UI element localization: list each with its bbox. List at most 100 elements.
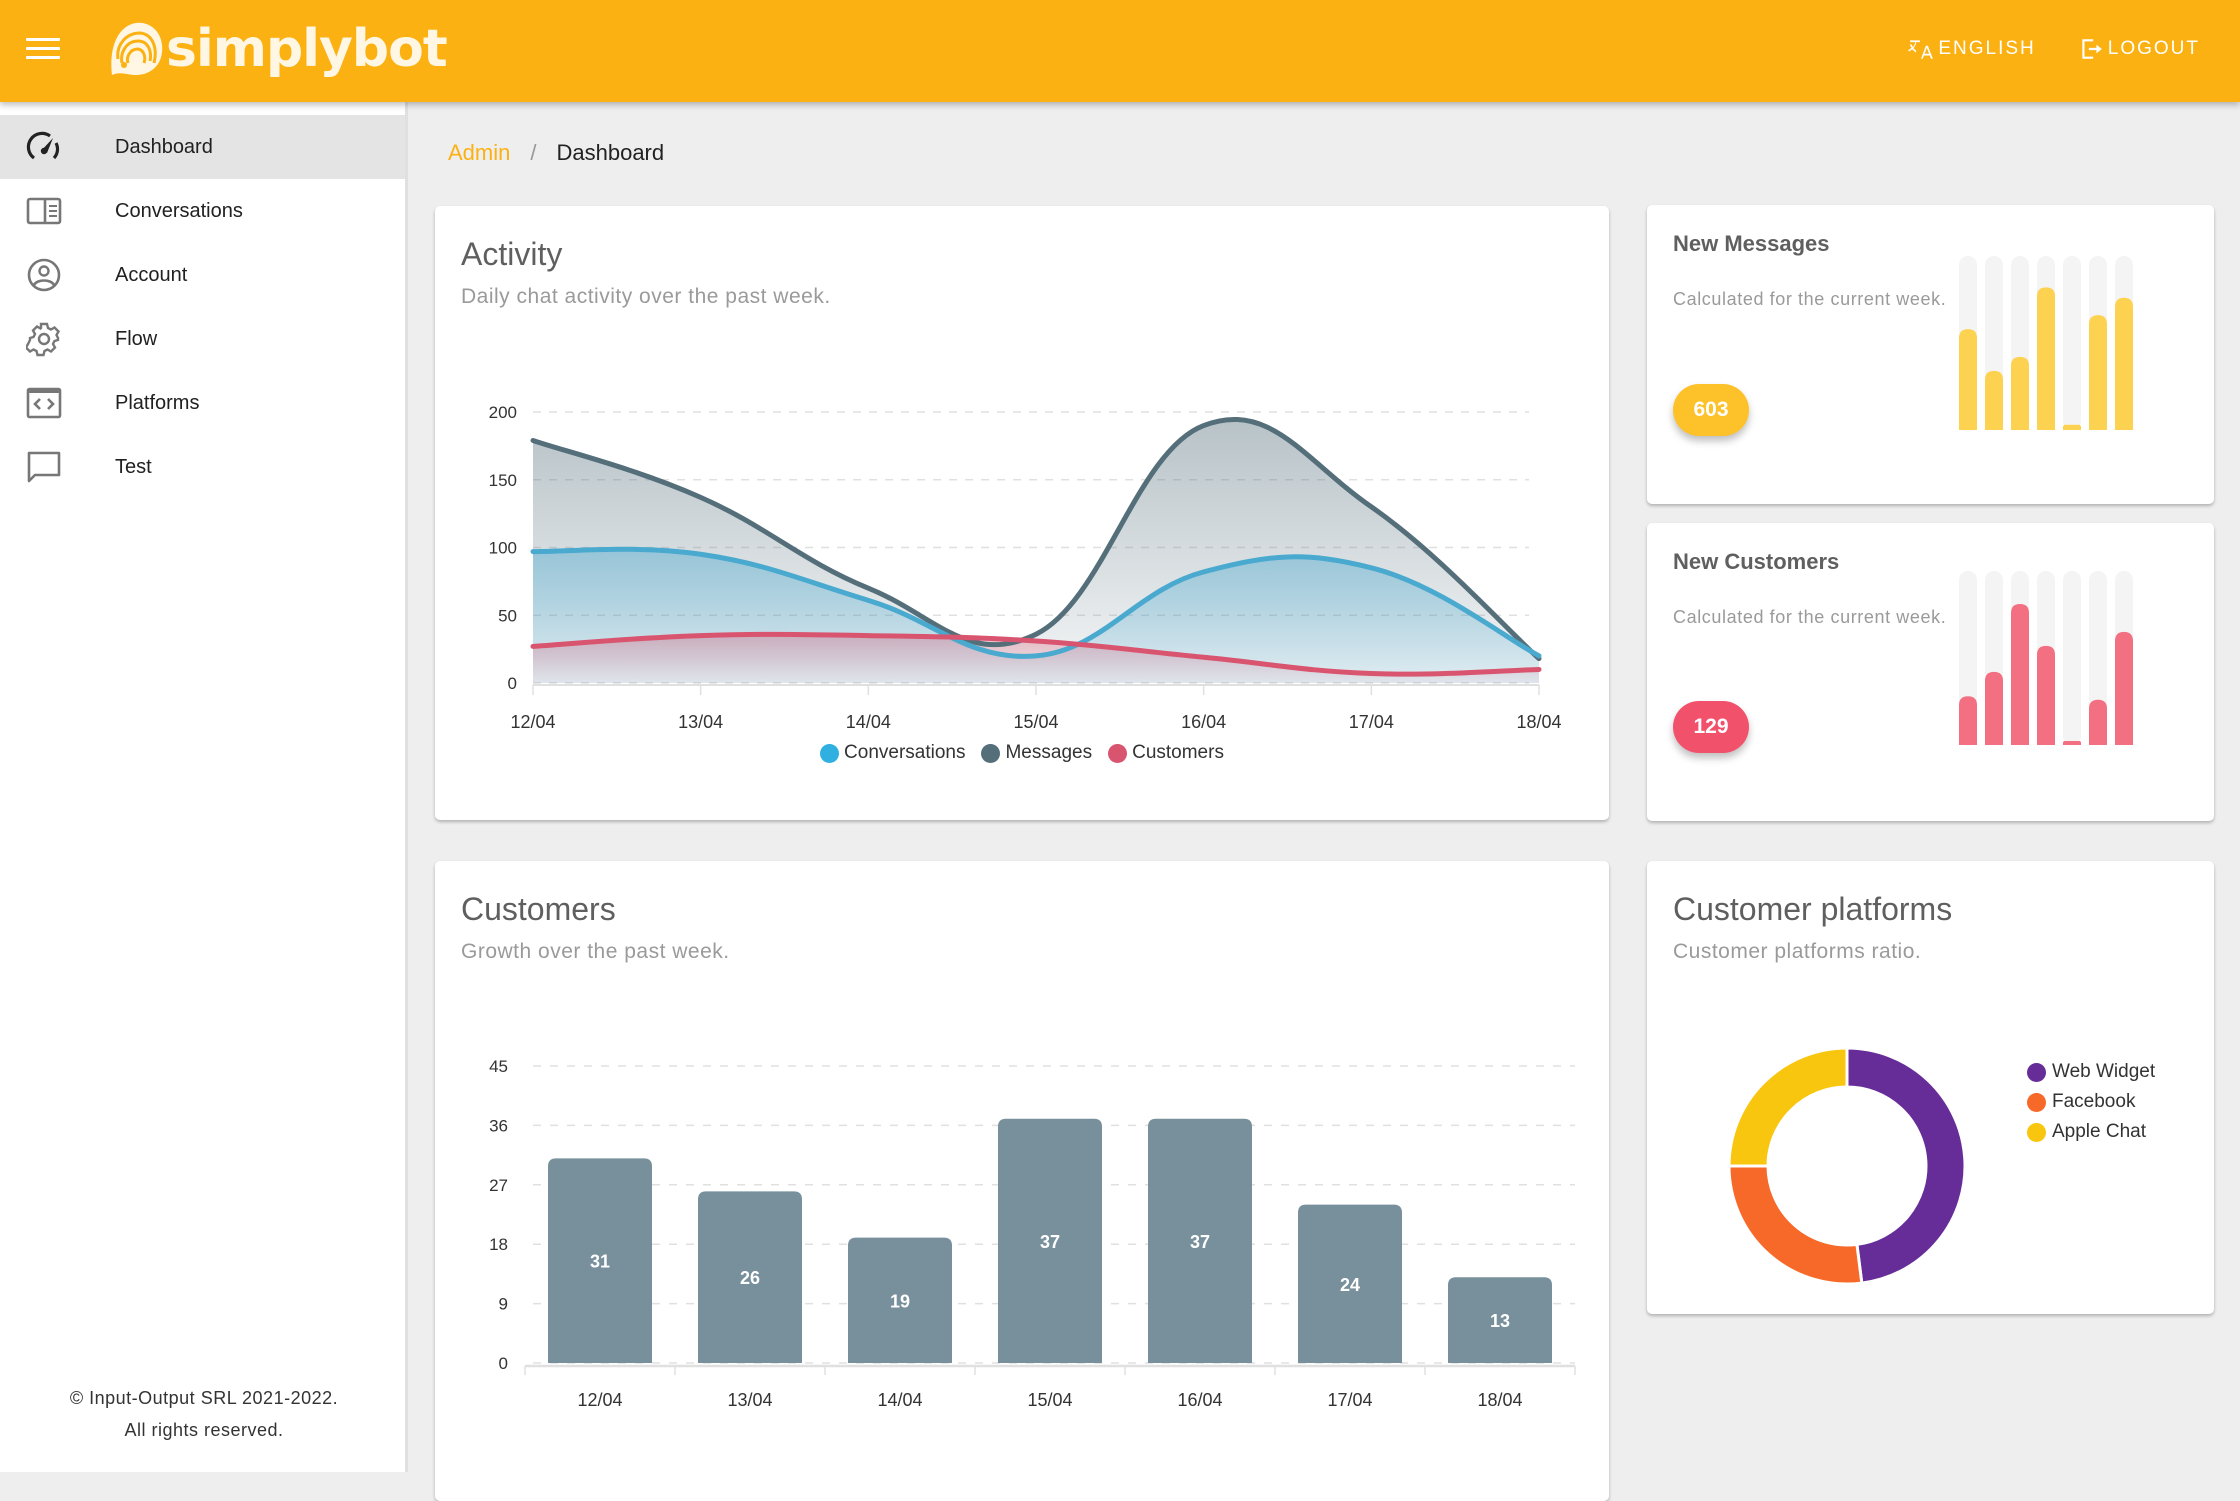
donut-slice-apple-chat bbox=[1727, 1046, 1849, 1168]
breadcrumb-separator: / bbox=[530, 140, 537, 165]
bar-value-label: 37 bbox=[1040, 1232, 1060, 1252]
y-tick-label: 36 bbox=[489, 1116, 508, 1135]
sidebar-item-label: Dashboard bbox=[115, 135, 213, 158]
x-tick-label: 15/04 bbox=[1027, 1390, 1072, 1410]
x-tick-label: 17/04 bbox=[1349, 712, 1394, 732]
donut-slice-web-widget bbox=[1845, 1046, 1967, 1285]
legend-dot bbox=[820, 743, 840, 763]
platforms-legend: Web Widget Facebook Apple Chat bbox=[2027, 1061, 2155, 1143]
sidebar-item-label: Account bbox=[115, 263, 188, 286]
x-tick-label: 12/04 bbox=[577, 1390, 622, 1410]
mini-bar bbox=[2063, 424, 2081, 430]
x-tick-label: 18/04 bbox=[1477, 1390, 1522, 1410]
sidebar-item-flow[interactable]: Flow bbox=[0, 307, 405, 371]
new-customers-card: New Customers Calculated for the current… bbox=[1647, 523, 2214, 821]
x-tick-label: 18/04 bbox=[1516, 712, 1561, 732]
activity-chart: 12/04 13/04 14/04 15/04 16/04 17/04 18/04 0 50 1… bbox=[489, 403, 1562, 732]
code-window-icon bbox=[26, 385, 62, 421]
legend-label: Conversations bbox=[844, 742, 966, 763]
breadcrumb-admin-link[interactable]: Admin bbox=[448, 140, 510, 166]
language-label: ENGLISH bbox=[1938, 38, 2036, 59]
sidebar-item-label: Test bbox=[115, 455, 152, 478]
new-messages-count-badge: 603 bbox=[1673, 384, 1749, 436]
bar-value-label: 24 bbox=[1340, 1275, 1360, 1295]
sidebar-item-platforms[interactable]: Platforms bbox=[0, 371, 405, 435]
x-tick-label: 16/04 bbox=[1181, 712, 1226, 732]
legend-item-messages[interactable]: Messages bbox=[981, 742, 1092, 764]
sidebar-item-account[interactable]: Account bbox=[0, 243, 405, 307]
mini-bar bbox=[1959, 696, 1977, 745]
mini-bar bbox=[2011, 604, 2029, 745]
logo-text: simplybot bbox=[166, 19, 448, 79]
logo[interactable]: simplybot bbox=[108, 16, 448, 82]
logout-button[interactable]: LOGOUT bbox=[2078, 36, 2200, 62]
chat-bubble-icon bbox=[26, 449, 62, 485]
legend-label: Messages bbox=[1005, 742, 1093, 763]
x-tick-label: 17/04 bbox=[1327, 1390, 1372, 1410]
new-messages-card: New Messages Calculated for the current … bbox=[1647, 205, 2214, 504]
x-tick-label: 12/04 bbox=[510, 712, 555, 732]
legend-dot bbox=[1108, 743, 1128, 763]
platforms-title: Customer platforms bbox=[1673, 891, 1953, 927]
y-tick-label: 0 bbox=[499, 1354, 508, 1373]
mini-bar bbox=[1959, 329, 1977, 430]
copyright-text: © Input-Output SRL 2021-2022. bbox=[69, 1388, 339, 1408]
gear-icon bbox=[26, 321, 62, 357]
bar-value-label: 13 bbox=[1490, 1311, 1510, 1331]
sidebar-footer: © Input-Output SRL 2021-2022. All rights… bbox=[0, 1382, 408, 1446]
y-tick-label: 100 bbox=[489, 539, 517, 558]
speedometer-icon bbox=[26, 129, 62, 165]
legend-label: Customers bbox=[1132, 742, 1224, 763]
mini-bar-track bbox=[2063, 571, 2081, 745]
logo-mark-icon bbox=[111, 22, 163, 75]
platforms-card: Customer platforms Customer platforms ra… bbox=[1647, 861, 2214, 1314]
sidebar-item-label: Conversations bbox=[115, 199, 243, 222]
donut-slice-facebook bbox=[1727, 1164, 1864, 1286]
legend-dot bbox=[2027, 1122, 2046, 1142]
top-app-bar: simplybot ENGLISH LOGOUT bbox=[0, 0, 2240, 102]
breadcrumb-current: Dashboard bbox=[556, 140, 665, 165]
mini-bar bbox=[2089, 699, 2107, 745]
mini-bar bbox=[2011, 356, 2029, 430]
legend-item-conversations[interactable]: Conversations bbox=[820, 742, 965, 764]
y-tick-label: 9 bbox=[499, 1295, 508, 1314]
y-tick-label: 200 bbox=[489, 403, 517, 422]
platforms-subtitle: Customer platforms ratio. bbox=[1673, 940, 1922, 963]
mini-bar bbox=[2115, 297, 2133, 430]
sidebar-item-dashboard[interactable]: Dashboard bbox=[0, 115, 405, 179]
logout-label: LOGOUT bbox=[2107, 38, 2200, 59]
legend-item-customers[interactable]: Customers bbox=[1108, 742, 1224, 764]
translate-icon bbox=[1908, 40, 1934, 59]
y-tick-label: 18 bbox=[489, 1235, 508, 1254]
y-tick-label: 150 bbox=[489, 471, 517, 490]
logout-icon bbox=[2082, 39, 2102, 59]
legend-item-facebook[interactable]: Facebook bbox=[2027, 1091, 2155, 1113]
new-messages-title: New Messages bbox=[1673, 231, 1830, 256]
mini-bar bbox=[2115, 631, 2133, 745]
sidebar-item-conversations[interactable]: Conversations bbox=[0, 179, 405, 243]
mini-bar-track bbox=[2063, 256, 2081, 430]
menu-icon[interactable] bbox=[26, 38, 60, 64]
legend-item-web-widget[interactable]: Web Widget bbox=[2027, 1061, 2155, 1083]
mini-bar bbox=[1985, 671, 2003, 745]
x-tick-label: 16/04 bbox=[1177, 1390, 1222, 1410]
language-button[interactable]: ENGLISH bbox=[1908, 36, 2035, 62]
mini-bar bbox=[2037, 645, 2055, 745]
bar-value-label: 37 bbox=[1190, 1232, 1210, 1252]
x-tick-label: 15/04 bbox=[1013, 712, 1058, 732]
sidebar-item-test[interactable]: Test bbox=[0, 435, 405, 499]
mini-bar bbox=[1985, 370, 2003, 430]
customers-card: Customers Growth over the past week. 091… bbox=[435, 861, 1609, 1501]
legend-item-apple-chat[interactable]: Apple Chat bbox=[2027, 1121, 2155, 1143]
new-customers-subtitle: Calculated for the current week. bbox=[1673, 607, 1947, 627]
platforms-donut-chart bbox=[1727, 1046, 1967, 1286]
legend-label: Facebook bbox=[2052, 1091, 2136, 1112]
account-circle-icon bbox=[26, 257, 62, 293]
x-tick-label: 14/04 bbox=[877, 1390, 922, 1410]
y-tick-label: 27 bbox=[489, 1176, 508, 1195]
legend-dot bbox=[981, 743, 1001, 763]
activity-card: Activity Daily chat activity over the pa… bbox=[435, 206, 1609, 820]
customers-bar-chart: 0 9 18 27 36 45 31 12/04 26 13/04 19 14/04 37 15/04 37… bbox=[489, 1057, 1576, 1410]
mini-bar bbox=[2089, 315, 2107, 430]
sidebar-item-label: Platforms bbox=[115, 391, 200, 414]
